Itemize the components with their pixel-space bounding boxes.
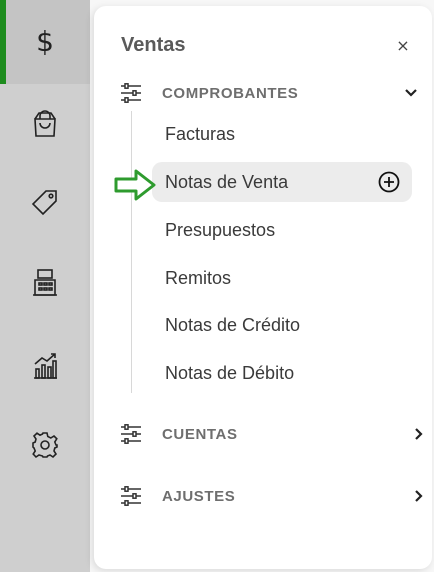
chevron-down-icon[interactable] bbox=[402, 84, 420, 102]
menu-item-presupuestos[interactable]: Presupuestos bbox=[152, 210, 412, 250]
rail-item-shop[interactable] bbox=[0, 86, 90, 166]
section-ajustes[interactable]: AJUSTES bbox=[120, 481, 423, 511]
sidebar-rail: $ bbox=[0, 0, 90, 572]
section-cuentas[interactable]: CUENTAS bbox=[120, 419, 423, 449]
menu-item-notas-de-debito[interactable]: Notas de Débito bbox=[152, 353, 412, 393]
shopping-bag-icon bbox=[31, 109, 59, 144]
section-label: AJUSTES bbox=[162, 487, 236, 505]
chevron-right-icon[interactable] bbox=[410, 487, 428, 505]
tag-icon bbox=[30, 187, 60, 222]
bar-chart-icon bbox=[31, 350, 59, 385]
menu-item-notas-de-credito[interactable]: Notas de Crédito bbox=[152, 305, 412, 345]
rail-item-sales[interactable]: $ bbox=[0, 0, 90, 84]
sliders-icon bbox=[120, 82, 142, 104]
rail-item-reports[interactable] bbox=[0, 327, 90, 407]
panel-title: Ventas bbox=[121, 34, 186, 56]
sliders-icon bbox=[120, 485, 142, 507]
pointer-arrow-icon bbox=[114, 169, 156, 201]
rail-item-pos[interactable] bbox=[0, 245, 90, 325]
dollar-icon: $ bbox=[36, 25, 54, 58]
menu-item-remitos[interactable]: Remitos bbox=[152, 258, 412, 298]
section-label: COMPROBANTES bbox=[162, 84, 299, 102]
gear-icon bbox=[30, 430, 60, 465]
sliders-icon bbox=[120, 423, 142, 445]
close-button[interactable]: × bbox=[394, 36, 412, 55]
cash-register-icon bbox=[30, 267, 60, 304]
active-indicator bbox=[0, 0, 6, 84]
menu-item-facturas[interactable]: Facturas bbox=[152, 114, 412, 154]
rail-item-settings[interactable] bbox=[0, 407, 90, 487]
menu-item-notas-de-venta[interactable]: Notas de Venta bbox=[152, 162, 412, 202]
add-circle-icon[interactable] bbox=[378, 171, 400, 193]
sales-menu-panel: Ventas × COMPROBANTES Facturas Notas de … bbox=[94, 6, 432, 569]
section-comprobantes[interactable]: COMPROBANTES bbox=[120, 78, 420, 108]
section-label: CUENTAS bbox=[162, 425, 238, 443]
tree-connector-line bbox=[131, 111, 132, 393]
menu-item-label: Notas de Venta bbox=[165, 171, 289, 192]
rail-item-tags[interactable] bbox=[0, 164, 90, 244]
chevron-right-icon[interactable] bbox=[410, 425, 428, 443]
